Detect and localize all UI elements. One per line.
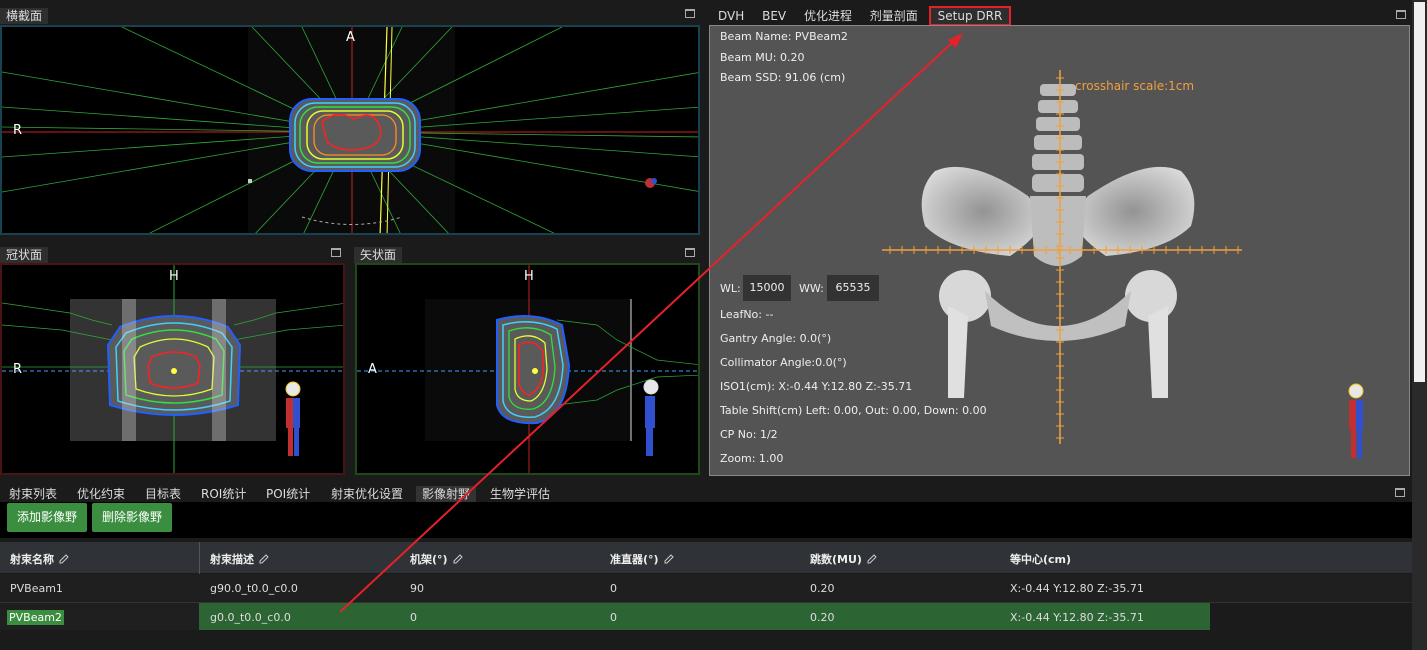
sagittal-label-h: H	[524, 269, 534, 284]
tab-beam-list[interactable]: 射束列表	[9, 486, 57, 502]
beam-ssd-text: Beam SSD: 91.06 (cm)	[720, 71, 846, 84]
coronal-view[interactable]: H R	[0, 263, 345, 475]
tab-dose-profile[interactable]: 剂量剖面	[863, 7, 925, 25]
sagittal-panel: 矢状面 H A	[354, 245, 704, 478]
cell-beam-description: g0.0_t0.0_c0.0	[210, 611, 291, 624]
tab-dvh[interactable]: DVH	[711, 7, 751, 25]
cell-collimator: 0	[610, 611, 617, 624]
tab-beam-optimization-settings[interactable]: 射束优化设置	[331, 486, 403, 502]
tab-bev[interactable]: BEV	[755, 7, 793, 25]
coronal-image	[2, 265, 343, 473]
edit-icon[interactable]	[664, 554, 674, 564]
edit-icon[interactable]	[259, 554, 269, 564]
sagittal-label-a: A	[368, 362, 377, 377]
maximize-icon[interactable]	[1395, 488, 1405, 497]
axial-panel: 横截面 A R	[0, 6, 704, 237]
sagittal-title: 矢状面	[354, 247, 403, 263]
delete-imaging-field-button[interactable]: 删除影像野	[92, 503, 173, 532]
maximize-icon[interactable]	[685, 248, 695, 257]
ww-label: WW:	[799, 282, 824, 295]
coronal-title: 冠状面	[0, 247, 49, 263]
col-beam-name[interactable]: 射束名称	[10, 551, 69, 567]
axial-label-r: R	[13, 123, 23, 138]
edit-icon[interactable]	[59, 554, 69, 564]
cell-gantry: 0	[410, 611, 417, 624]
col-mu[interactable]: 跳数(MU)	[810, 551, 877, 567]
toolbar-area	[0, 502, 1412, 538]
tab-imaging-field[interactable]: 影像射野	[416, 486, 477, 502]
tab-roi-stats[interactable]: ROI统计	[201, 486, 246, 502]
edit-icon[interactable]	[453, 554, 463, 564]
cell-beam-description: g90.0_t0.0_c0.0	[210, 582, 298, 595]
sagittal-image	[357, 265, 698, 473]
leafno-text: LeafNo: --	[720, 308, 774, 321]
zoom-text: Zoom: 1.00	[720, 452, 784, 465]
wl-label: WL:	[720, 282, 741, 295]
cell-mu: 0.20	[810, 611, 835, 624]
maximize-icon[interactable]	[1396, 10, 1406, 19]
coronal-label-h: H	[169, 269, 179, 284]
beam-name-text: Beam Name: PVBeam2	[720, 30, 848, 43]
tab-setup-drr[interactable]: Setup DRR	[928, 6, 1012, 26]
maximize-icon[interactable]	[685, 9, 695, 18]
tab-optimization-progress[interactable]: 优化进程	[797, 7, 859, 25]
tab-biological-evaluation[interactable]: 生物学评估	[490, 486, 550, 502]
axial-label-a: A	[346, 30, 355, 45]
cp-no-text: CP No: 1/2	[720, 428, 778, 441]
add-imaging-field-button[interactable]: 添加影像野	[7, 503, 88, 532]
table-shift-text: Table Shift(cm) Left: 0.00, Out: 0.00, D…	[720, 404, 987, 417]
cell-beam-name: PVBeam1	[10, 582, 63, 595]
cell-isocenter: X:-0.44 Y:12.80 Z:-35.71	[1010, 582, 1144, 595]
coronal-label-r: R	[13, 362, 23, 377]
cell-gantry: 90	[410, 582, 424, 595]
cell-collimator: 0	[610, 582, 617, 595]
cell-mu: 0.20	[810, 582, 835, 595]
col-isocenter[interactable]: 等中心(cm)	[1010, 551, 1071, 567]
col-collimator[interactable]: 准直器(°)	[610, 551, 674, 567]
tab-poi-stats[interactable]: POI统计	[266, 486, 310, 502]
sagittal-view[interactable]: H A	[355, 263, 700, 475]
maximize-icon[interactable]	[331, 248, 341, 257]
col-gantry[interactable]: 机架(°)	[410, 551, 463, 567]
wl-input[interactable]: 15000	[743, 275, 791, 301]
scrollbar-thumb[interactable]	[1414, 2, 1425, 382]
axial-title: 横截面	[0, 8, 49, 24]
axial-image	[2, 27, 698, 233]
edit-icon[interactable]	[867, 554, 877, 564]
right-tab-bar: DVH BEV 优化进程 剂量剖面 Setup DRR	[711, 6, 1012, 26]
coronal-panel: 冠状面 H R	[0, 245, 347, 478]
gantry-angle-text: Gantry Angle: 0.0(°)	[720, 332, 832, 345]
iso-text: ISO1(cm): X:-0.44 Y:12.80 Z:-35.71	[720, 380, 913, 393]
drr-panel: DVH BEV 优化进程 剂量剖面 Setup DRR Beam Name: P…	[708, 6, 1412, 478]
ww-input[interactable]: 65535	[827, 275, 879, 301]
beam-mu-text: Beam MU: 0.20	[720, 51, 805, 64]
col-beam-description[interactable]: 射束描述	[210, 551, 269, 567]
axial-view[interactable]: A R	[0, 25, 700, 235]
collimator-angle-text: Collimator Angle:0.0(°)	[720, 356, 847, 369]
crosshair-scale-text: crosshair scale:1cm	[1075, 79, 1195, 93]
cell-beam-name[interactable]: PVBeam2	[7, 610, 64, 625]
tab-optimization-constraints[interactable]: 优化约束	[77, 486, 125, 502]
tab-target-table[interactable]: 目标表	[145, 486, 181, 502]
drr-view[interactable]: Beam Name: PVBeam2 Beam MU: 0.20 Beam SS…	[709, 25, 1410, 476]
cell-isocenter: X:-0.44 Y:12.80 Z:-35.71	[1010, 611, 1144, 624]
